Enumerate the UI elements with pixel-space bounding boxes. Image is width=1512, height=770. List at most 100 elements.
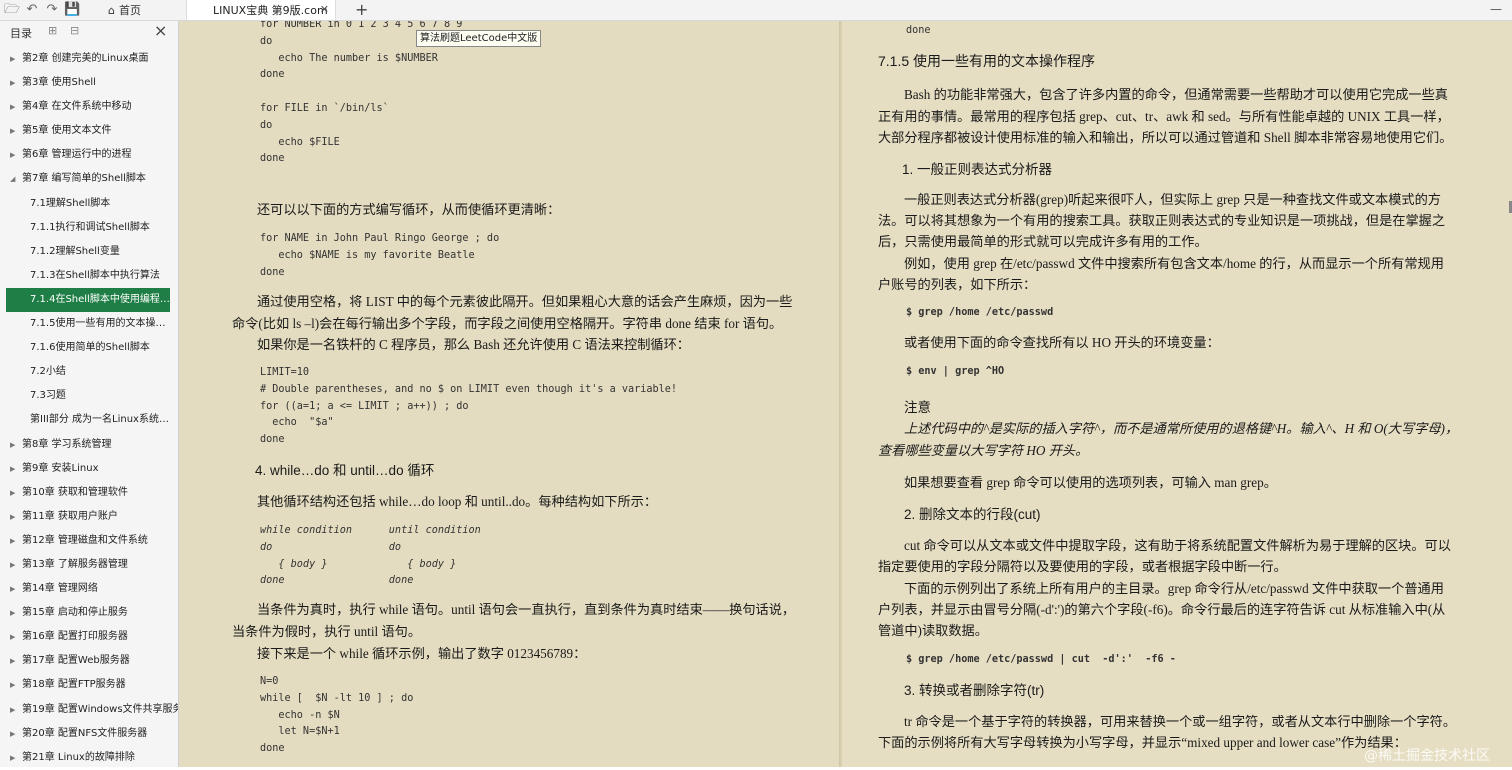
toc-item[interactable]: 7.1.6使用简单的Shell脚本 [0,336,178,360]
code-block: $ grep /home /etc/passwd [906,307,1054,318]
code-block: done [906,25,931,36]
expand-all-icon[interactable]: ⊞ [48,24,57,37]
home-label: 首页 [118,4,141,17]
expand-arrow-icon[interactable]: ▶ [10,673,15,697]
expand-arrow-icon[interactable]: ▶ [10,746,15,770]
minimize-icon[interactable]: — [1490,0,1502,18]
paragraph: 当条件为真时，执行 while 语句。until 语句会一直执行，直到条件为真时… [257,602,796,617]
toc-item[interactable]: ▶ 第19章 配置Windows文件共享服务器 [0,698,178,722]
toc-item[interactable]: 7.1.5使用一些有用的文本操作程序 [0,312,178,336]
save-icon[interactable]: 💾 [64,2,80,18]
home-icon: ⌂ [108,3,115,17]
paragraph: 户列表，并显示由冒号分隔(-d':')的第六个字段(-f6)。命令行最后的连字符… [878,602,1446,617]
toc-item[interactable]: ▶ 第2章 创建完美的Linux桌面 [0,47,178,71]
expand-arrow-icon[interactable]: ▶ [10,553,15,577]
toc-item-active[interactable]: 7.1.4在Shell脚本中使用编程结构 [6,287,170,313]
expand-arrow-icon[interactable]: ▶ [10,481,15,505]
code-block: $ env | grep ^HO [906,366,1005,377]
expand-arrow-icon[interactable]: ▶ [10,601,15,625]
paragraph: 下面的示例将所有大写字母转换为小写字母，并显示“mixed upper and … [878,735,1407,750]
toc-item[interactable]: ▶ 第18章 配置FTP服务器 [0,673,178,697]
paragraph: 一般正则表达式分析器(grep)听起来很吓人，但实际上 grep 只是一种查找文… [904,192,1441,207]
paragraph: 当条件为假时，执行 until 语句。 [232,624,422,639]
toc-item[interactable]: 7.1.3在Shell脚本中执行算法 [0,264,178,288]
toc-item[interactable]: 7.1.2理解Shell变量 [0,240,178,264]
toc-item[interactable]: ▶ 第14章 管理网络 [0,577,178,601]
section-heading: 3. 转换或者删除字符(tr) [904,683,1045,698]
expand-arrow-icon[interactable]: ▶ [10,119,15,143]
paragraph: tr 命令是一个基于字符的转换器，可用来替换一个或一组字符，或者从文本行中删除一… [904,714,1457,729]
home-button[interactable]: ⌂ 首页 [108,0,141,20]
toc-item[interactable]: 第III部分 成为一名Linux系统管理员 [0,408,178,432]
paragraph: 其他循环结构还包括 while…do loop 和 until..do。每种结构… [257,494,658,509]
toc-item[interactable]: ▶ 第10章 获取和管理软件 [0,481,178,505]
left-page: for NUMBER in 0 1 2 3 4 5 6 7 8 9 do ech… [179,21,841,767]
paragraph: 指定要使用的字段分隔符以及要使用的字段，或者根据字段中断一行。 [878,559,1287,574]
expand-arrow-icon[interactable]: ▶ [10,722,15,746]
toc-item[interactable]: ◢ 第7章 编写简单的Shell脚本 [0,167,178,191]
expand-arrow-icon[interactable]: ▶ [10,505,15,529]
expand-arrow-icon[interactable]: ▶ [10,71,15,95]
expand-arrow-icon[interactable]: ▶ [10,625,15,649]
toc-item[interactable]: ▶ 第6章 管理运行中的进程 [0,143,178,167]
paragraph: 法。可以将其想象为一个有用的搜索工具。获取正则表达式的专业知识是一项挑战，但是在… [878,213,1446,228]
note-title: 注意 [904,400,931,415]
toc-item[interactable]: ▶ 第8章 学习系统管理 [0,433,178,457]
close-sidebar-icon[interactable]: × [154,21,167,40]
toc-item[interactable]: ▶ 第16章 配置打印服务器 [0,625,178,649]
code-block: $ grep /home /etc/passwd | cut -d':' -f6… [906,654,1176,665]
note-text: 上述代码中的^是实际的插入字符^，而不是通常所使用的退格键^H。输入^、H 和 … [904,421,1459,436]
paragraph: 例如，使用 grep 在/etc/passwd 文件中搜索所有包含文本/home… [904,256,1444,271]
toc-item[interactable]: 7.1理解Shell脚本 [0,192,178,216]
toc-item[interactable]: ▶ 第11章 获取用户账户 [0,505,178,529]
toc-item[interactable]: ▶ 第20章 配置NFS文件服务器 [0,722,178,746]
tab-document[interactable]: LINUX宝典 第9版.com ✕ [186,0,336,20]
expand-arrow-icon[interactable]: ▶ [10,433,15,457]
right-page: done 7.1.5 使用一些有用的文本操作程序 Bash 的功能非常强大，包含… [842,21,1512,767]
paragraph: Bash 的功能非常强大，包含了许多内置的命令，但通常需要一些帮助才可以使用它完… [904,87,1448,102]
paragraph: 正有用的事情。最常用的程序包括 grep、cut、tr、awk 和 sed。与所… [878,109,1450,124]
toc-item[interactable]: 7.1.1执行和调试Shell脚本 [0,216,178,240]
open-folder-icon[interactable]: 🗁 [4,2,20,18]
collapse-arrow-icon[interactable]: ◢ [10,167,15,191]
new-tab-button[interactable]: + [355,0,368,20]
expand-arrow-icon[interactable]: ▶ [10,143,15,167]
expand-arrow-icon[interactable]: ▶ [10,457,15,481]
paragraph: 后，只需使用最简单的形式就可以完成许多有用的工作。 [878,234,1208,249]
note-text: 查看哪些变量以大写字符 HO 开头。 [878,443,1089,458]
expand-arrow-icon[interactable]: ▶ [10,698,15,722]
paragraph: 如果你是一名铁杆的 C 程序员，那么 Bash 还允许使用 C 语法来控制循环： [257,337,690,352]
toc-item[interactable]: ▶ 第4章 在文件系统中移动 [0,95,178,119]
toc-item[interactable]: ▶ 第12章 管理磁盘和文件系统 [0,529,178,553]
document-viewer[interactable]: for NUMBER in 0 1 2 3 4 5 6 7 8 9 do ech… [179,21,1512,767]
toc-item[interactable]: ▶ 第9章 安装Linux [0,457,178,481]
close-icon[interactable]: ✕ [320,3,329,16]
toc-title: 目录 [10,27,32,40]
toc-item[interactable]: ▶ 第21章 Linux的故障排除 [0,746,178,770]
section-heading: 1. 一般正则表达式分析器 [902,162,1053,177]
undo-icon[interactable]: ↶ [24,2,40,18]
toc-item[interactable]: ▶ 第15章 启动和停止服务 [0,601,178,625]
code-block: while condition until condition do do { … [260,525,481,587]
expand-arrow-icon[interactable]: ▶ [10,47,15,71]
top-toolbar: 🗁 ↶ ↷ 💾 ⌂ 首页 LINUX宝典 第9版.com ✕ + — [0,0,1512,21]
code-block: for NAME in John Paul Ringo George ; do … [260,233,500,278]
toc-item[interactable]: ▶ 第3章 使用Shell [0,71,178,95]
toc-item[interactable]: 7.3习题 [0,384,178,408]
expand-arrow-icon[interactable]: ▶ [10,649,15,673]
watermark: @稀土掘金技术社区 [1364,748,1490,764]
paragraph: 户账号的列表，如下所示： [878,277,1037,292]
expand-arrow-icon[interactable]: ▶ [10,95,15,119]
paragraph: 大部分程序都被设计使用标准的输入和输出，所以可以通过管道和 Shell 脚本非常… [878,130,1453,145]
toc-item[interactable]: ▶ 第13章 了解服务器管理 [0,553,178,577]
toc-item[interactable]: ▶ 第17章 配置Web服务器 [0,649,178,673]
toc-item[interactable]: ▶ 第5章 使用文本文件 [0,119,178,143]
expand-arrow-icon[interactable]: ▶ [10,577,15,601]
collapse-all-icon[interactable]: ⊟ [70,24,79,37]
redo-icon[interactable]: ↷ [44,2,60,18]
paragraph: cut 命令可以从文本或文件中提取字段，这有助于将系统配置文件解析为易于理解的区… [904,538,1451,553]
toc-item[interactable]: 7.2小结 [0,360,178,384]
toc-header: 目录 ⊞ ⊟ × [0,21,178,43]
expand-arrow-icon[interactable]: ▶ [10,529,15,553]
section-heading: 2. 删除文本的行段(cut) [904,507,1041,522]
